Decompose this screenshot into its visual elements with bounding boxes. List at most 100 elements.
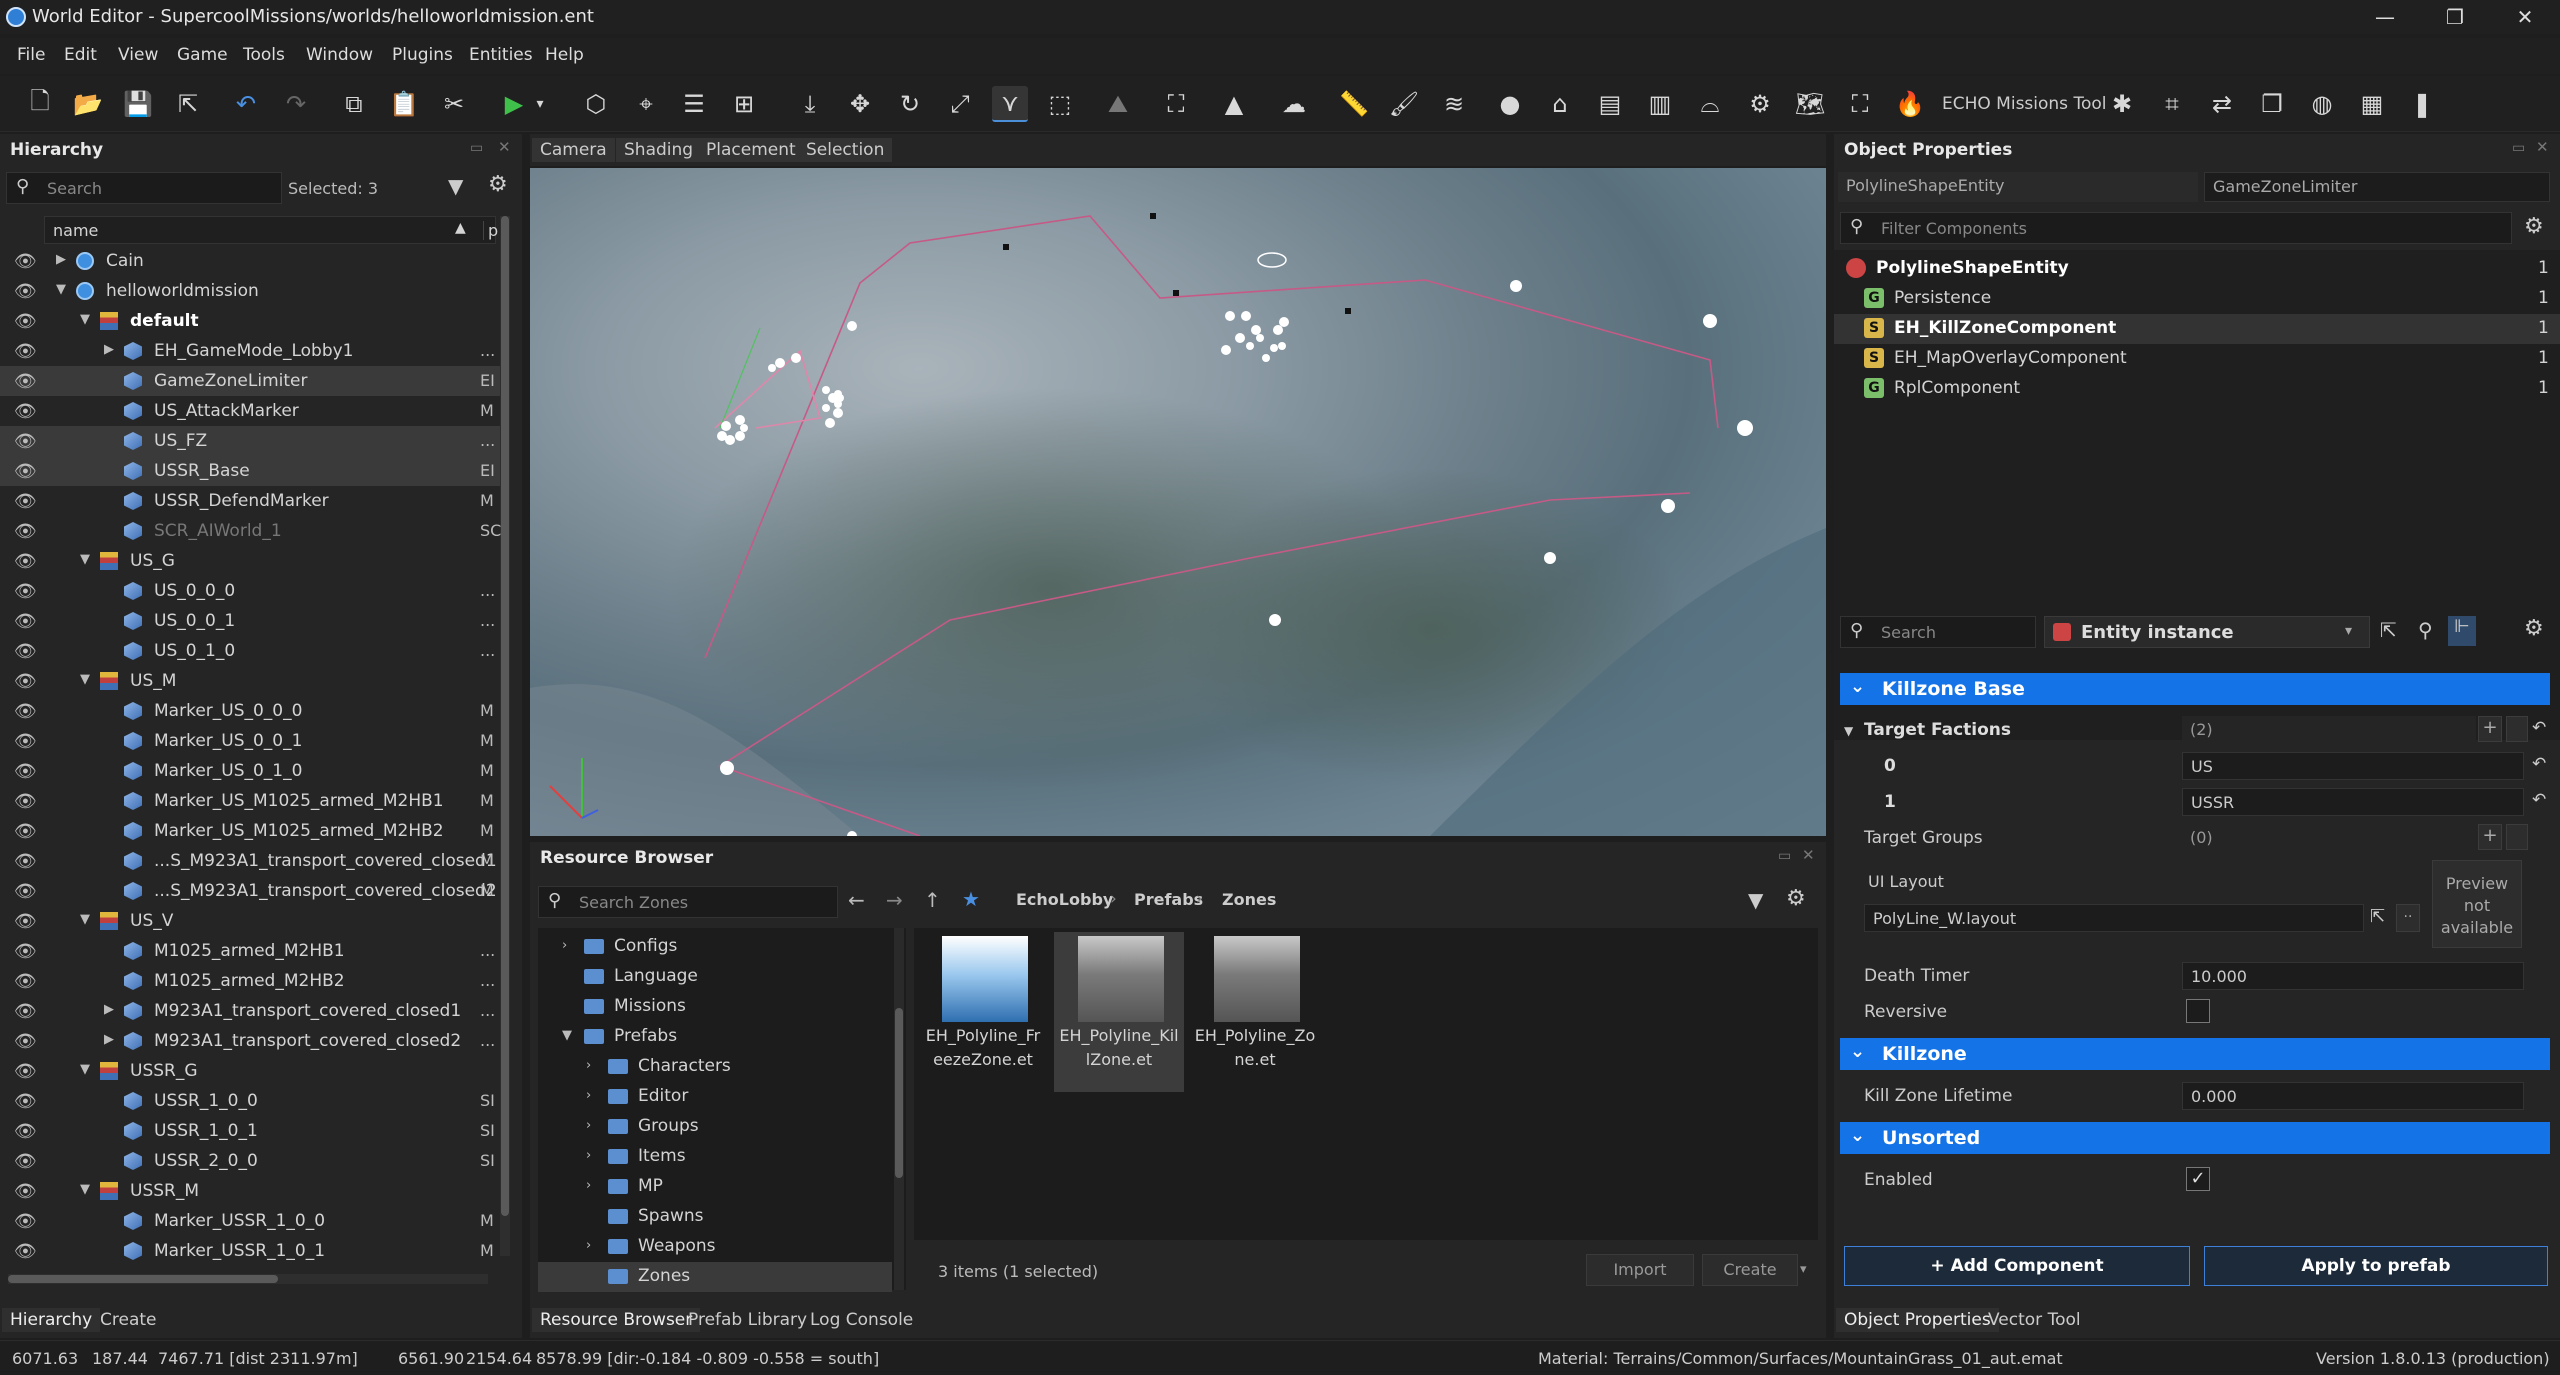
menu-entities[interactable]: Entities (469, 45, 533, 65)
restore-icon[interactable]: ❐ (2420, 0, 2490, 34)
fire-icon[interactable]: 🔥 (1892, 86, 1928, 122)
open-external-icon[interactable]: ⇱ (2370, 906, 2385, 927)
rotate-icon[interactable]: ↻ (892, 86, 928, 122)
tab-placement[interactable]: Placement (698, 138, 804, 162)
selection-box-icon[interactable]: ⬚ (1042, 86, 1078, 122)
structure-icon[interactable]: ▥ (1642, 86, 1678, 122)
hierarchy-row[interactable]: 👁 US_AttackMarker M (0, 396, 500, 426)
binoculars-icon[interactable]: ⛶ (1158, 86, 1194, 122)
component-row[interactable]: S EH_MapOverlayComponent 1 (1834, 344, 2560, 374)
reset-icon[interactable]: ↶ (2532, 754, 2546, 774)
property-search-input[interactable]: Search (1840, 616, 2036, 648)
new-file-icon[interactable]: 🗋 (22, 86, 58, 122)
world-icon[interactable]: ◍ (2304, 86, 2340, 122)
zones-search-input[interactable]: Search Zones (538, 886, 838, 918)
hierarchy-row[interactable]: 👁 Marker_US_0_1_0 M (0, 756, 500, 786)
hierarchy-row[interactable]: 👁 ▼ USSR_G (0, 1056, 500, 1086)
hierarchy-row[interactable]: 👁 US_0_0_1... (0, 606, 500, 636)
chevron-down-icon[interactable]: ▼ (80, 672, 90, 687)
clear-list-icon[interactable] (2506, 824, 2528, 850)
hierarchy-row[interactable]: 👁 ▼ USSR_M (0, 1176, 500, 1206)
hierarchy-row[interactable]: 👁 US_0_1_0... (0, 636, 500, 666)
copy-icon[interactable]: ⧉ (336, 86, 372, 122)
visibility-eye-icon[interactable]: 👁 (14, 1181, 37, 1202)
hierarchy-row[interactable]: 👁 ▶ Cain (0, 246, 500, 276)
settings-gear-icon[interactable]: ⚙ (1786, 886, 1806, 911)
visibility-eye-icon[interactable]: 👁 (14, 401, 37, 422)
visibility-eye-icon[interactable]: 👁 (14, 701, 37, 722)
breadcrumb-zones[interactable]: Zones (1222, 890, 1276, 909)
faction-value-0[interactable]: US (2182, 752, 2524, 780)
favorite-star-icon[interactable]: ★ (962, 887, 980, 911)
visibility-eye-icon[interactable]: 👁 (14, 731, 37, 752)
building-icon[interactable]: ⌂ (1542, 86, 1578, 122)
visibility-eye-icon[interactable]: 👁 (14, 521, 37, 542)
expand-arrow-icon[interactable]: ▼ (1844, 724, 1853, 738)
menu-game[interactable]: Game (177, 45, 228, 65)
hierarchy-row[interactable]: 👁 Marker_US_0_0_1 M (0, 726, 500, 756)
terrain-icon[interactable]: ⛰ (1100, 86, 1136, 122)
tab-resource-browser[interactable]: Resource Browser (532, 1308, 701, 1332)
hierarchy-row[interactable]: 👁 ▶ EH_GameMode_Lobby1... (0, 336, 500, 366)
tab-create[interactable]: Create (92, 1308, 165, 1332)
component-row[interactable]: G RplComponent 1 (1834, 374, 2560, 404)
menu-edit[interactable]: Edit (64, 45, 97, 65)
forward-arrow-icon[interactable]: → (886, 888, 903, 912)
chevron-right-icon[interactable]: › (562, 938, 567, 953)
death-timer-value[interactable]: 10.000 (2182, 962, 2524, 990)
browse-button[interactable]: .. (2396, 904, 2420, 932)
road-icon[interactable]: ≋ (1436, 86, 1472, 122)
hierarchy-row[interactable]: 👁 USSR_2_0_0 SI (0, 1146, 500, 1176)
tab-log-console[interactable]: Log Console (802, 1308, 921, 1332)
save-icon[interactable]: 💾 (120, 86, 156, 122)
entity-instance-dropdown[interactable]: Entity instance ▾ (2044, 616, 2370, 648)
swap-icon[interactable]: ⇄ (2204, 86, 2240, 122)
panel-close-icon[interactable]: ✕ (1802, 846, 1815, 864)
redo-icon[interactable]: ↷ (278, 86, 314, 122)
open-folder-icon[interactable]: 📂 (70, 86, 106, 122)
filter-icon[interactable]: ▼ (448, 174, 463, 198)
folder-item[interactable]: › MP (538, 1172, 892, 1202)
sphere-icon[interactable]: ● (1492, 86, 1528, 122)
settings-gear-icon[interactable]: ⚙ (2524, 214, 2544, 239)
reset-icon[interactable]: ↶ (2532, 718, 2546, 738)
clear-list-icon[interactable] (2506, 716, 2528, 742)
layers-icon[interactable]: ☰ (676, 86, 712, 122)
component-row[interactable]: S EH_KillZoneComponent 1 (1834, 314, 2560, 344)
tab-prefab-library[interactable]: Prefab Library (680, 1308, 815, 1332)
move-icon[interactable]: ✥ (842, 86, 878, 122)
play-icon[interactable]: ▶ (496, 86, 532, 122)
hierarchy-row[interactable]: 👁 USSR_1_0_1 SI (0, 1116, 500, 1146)
undo-icon[interactable]: ↶ (228, 86, 264, 122)
tab-object-properties[interactable]: Object Properties (1836, 1308, 1999, 1332)
folder-item[interactable]: › Characters (538, 1052, 892, 1082)
spline-icon[interactable]: ⌗ (2154, 86, 2190, 122)
hierarchy-row[interactable]: 👁 SCR_AIWorld_1 SC (0, 516, 501, 546)
chevron-down-icon[interactable]: ⌄ (1850, 676, 1865, 697)
tab-camera[interactable]: Camera (532, 138, 615, 162)
panel-pin-icon[interactable]: ▭ (1778, 848, 1791, 864)
chevron-right-icon[interactable]: › (586, 1178, 591, 1193)
prefab-box-icon[interactable]: ▤ (1592, 86, 1628, 122)
visibility-eye-icon[interactable]: 👁 (14, 251, 37, 272)
folder-tree-scrollbar[interactable] (894, 928, 904, 1290)
chevron-down-icon[interactable]: ▼ (80, 1062, 90, 1077)
folder-item[interactable]: › Configs (538, 932, 892, 962)
folder-item[interactable]: › Weapons (538, 1232, 892, 1262)
visibility-eye-icon[interactable]: 👁 (14, 491, 37, 512)
component-row[interactable]: G Persistence 1 (1834, 284, 2560, 314)
visibility-eye-icon[interactable]: 👁 (14, 341, 37, 362)
blocks-icon[interactable]: ▦ (2354, 86, 2390, 122)
hierarchy-row[interactable]: 👁 ...S_M923A1_transport_covered_closed2 M (0, 876, 500, 906)
tab-vector-tool[interactable]: Vector Tool (1980, 1308, 2089, 1332)
visibility-eye-icon[interactable]: 👁 (14, 1001, 37, 1022)
visibility-eye-icon[interactable]: 👁 (14, 761, 37, 782)
tab-shading[interactable]: Shading (616, 138, 702, 162)
hierarchy-row[interactable]: 👁 ▼ default (0, 306, 500, 336)
column-name-header[interactable]: name (53, 221, 98, 240)
faction-value-1[interactable]: USSR (2182, 788, 2524, 816)
cut-icon[interactable]: ✂ (436, 86, 472, 122)
hierarchy-hscrollbar[interactable] (8, 1274, 488, 1284)
visibility-eye-icon[interactable]: 👁 (14, 311, 37, 332)
panel-pin-icon[interactable]: ▭ (2512, 140, 2525, 156)
